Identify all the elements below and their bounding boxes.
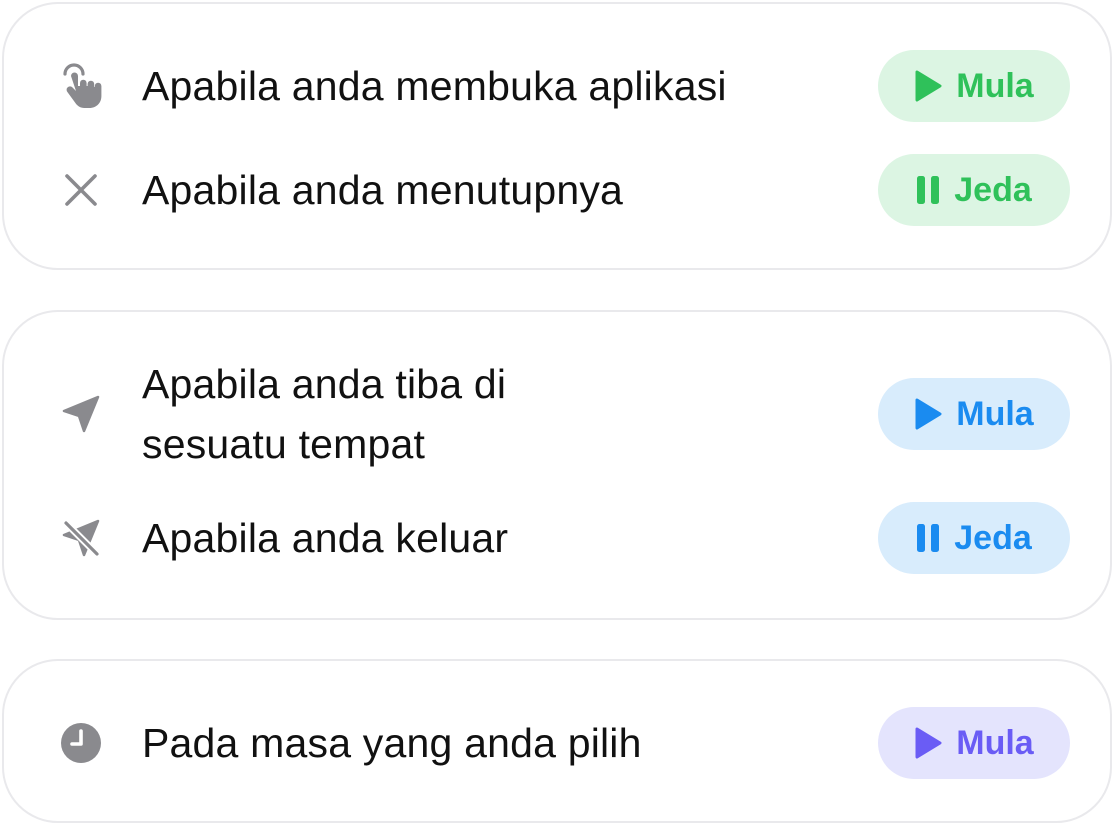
pause-button[interactable]: Jeda <box>878 502 1070 574</box>
trigger-card-app: Apabila anda membuka aplikasi Mula Apabi… <box>2 2 1112 270</box>
start-button-label: Mula <box>956 394 1034 433</box>
pause-icon <box>916 175 940 205</box>
trigger-label: Apabila anda keluar <box>142 515 509 561</box>
start-button[interactable]: Mula <box>878 378 1070 450</box>
trigger-row-close-app: Apabila anda menutupnya Jeda <box>4 154 1110 226</box>
trigger-label: Pada masa yang anda pilih <box>142 720 642 766</box>
trigger-row-chosen-time: Pada masa yang anda pilih Mula <box>4 707 1110 779</box>
trigger-row-leave-location: Apabila anda keluar Jeda <box>4 502 1110 574</box>
location-arrow-icon <box>56 389 106 439</box>
play-icon <box>914 70 942 102</box>
trigger-row-open-app: Apabila anda membuka aplikasi Mula <box>4 50 1110 122</box>
trigger-card-time: Pada masa yang anda pilih Mula <box>2 659 1112 823</box>
start-button[interactable]: Mula <box>878 707 1070 779</box>
trigger-label: Apabila anda tiba di sesuatu tempat <box>142 361 507 467</box>
pause-button-label: Jeda <box>954 170 1032 209</box>
trigger-label: Apabila anda menutupnya <box>142 167 624 213</box>
close-icon <box>56 165 106 215</box>
start-button-label: Mula <box>956 723 1034 762</box>
pause-button[interactable]: Jeda <box>878 154 1070 226</box>
tap-hand-icon <box>56 61 106 111</box>
location-off-icon <box>56 513 106 563</box>
pause-button-label: Jeda <box>954 518 1032 557</box>
play-icon <box>914 727 942 759</box>
start-button-label: Mula <box>956 66 1034 105</box>
start-button[interactable]: Mula <box>878 50 1070 122</box>
play-icon <box>914 398 942 430</box>
trigger-card-location: Apabila anda tiba di sesuatu tempat Mula… <box>2 310 1112 620</box>
pause-icon <box>916 523 940 553</box>
trigger-label: Apabila anda membuka aplikasi <box>142 63 727 109</box>
trigger-row-arrive-location: Apabila anda tiba di sesuatu tempat Mula <box>4 354 1110 474</box>
clock-icon <box>56 718 106 768</box>
